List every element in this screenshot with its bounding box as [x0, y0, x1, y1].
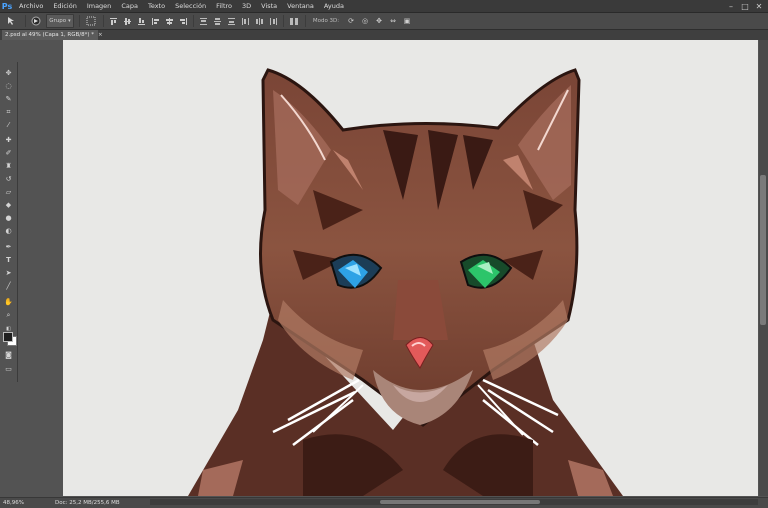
chevron-down-icon: ▾ [68, 18, 71, 24]
scale-3d-icon[interactable]: ▣ [402, 15, 412, 27]
clone-stamp-tool-icon[interactable]: ♜ [3, 161, 14, 171]
document-canvas[interactable] [63, 40, 758, 496]
menu-imagen[interactable]: Imagen [82, 2, 116, 10]
menu-seleccion[interactable]: Selección [170, 2, 211, 10]
separator [103, 15, 104, 27]
menu-filtro[interactable]: Filtro [211, 2, 237, 10]
screen-mode-icon[interactable]: ▭ [3, 364, 14, 374]
document-title: 2.psd al 49% (Capa 1, RGB/8*) * [5, 32, 95, 38]
cat-illustration [63, 40, 758, 496]
auto-select-dropdown[interactable]: Grupo ▾ [46, 14, 74, 28]
path-selection-tool-icon[interactable]: ➤ [3, 268, 14, 278]
distribute-bottom-icon[interactable] [226, 15, 236, 27]
quick-select-tool-icon[interactable]: ✎ [3, 94, 14, 104]
slide-3d-icon[interactable]: ⇔ [388, 15, 398, 27]
lasso-tool-icon[interactable]: ◌ [3, 81, 14, 91]
close-icon[interactable]: ✕ [752, 0, 766, 12]
healing-brush-tool-icon[interactable]: ✚ [3, 135, 14, 145]
distribute-top-icon[interactable] [198, 15, 208, 27]
horizontal-scrollbar[interactable] [150, 499, 758, 505]
document-info[interactable]: Doc: 25,2 MB/255,6 MB [55, 500, 120, 506]
move-tool-preset-icon[interactable] [4, 15, 20, 27]
menu-archivo[interactable]: Archivo [14, 2, 48, 10]
menu-3d[interactable]: 3D [237, 2, 256, 10]
blur-tool-icon[interactable]: ● [3, 213, 14, 223]
type-tool-icon[interactable]: T [3, 255, 14, 265]
show-transform-controls-icon[interactable] [84, 15, 98, 27]
zoom-level[interactable]: 48,96% [0, 500, 49, 506]
menu-vista[interactable]: Vista [256, 2, 282, 10]
menu-ayuda[interactable]: Ayuda [319, 2, 349, 10]
minimize-icon[interactable]: – [724, 0, 738, 12]
auto-select-value: Grupo [49, 18, 67, 24]
align-bottom-icon[interactable] [136, 15, 146, 27]
distribute-vcenter-icon[interactable] [212, 15, 222, 27]
eyedropper-tool-icon[interactable]: ⁄ [3, 120, 14, 130]
align-right-icon[interactable] [178, 15, 188, 27]
move-tool-icon[interactable]: ✥ [3, 68, 14, 78]
menu-edicion[interactable]: Edición [48, 2, 82, 10]
paint-bucket-tool-icon[interactable]: ◆ [3, 200, 14, 210]
drag-3d-icon[interactable]: ✥ [374, 15, 384, 27]
align-top-icon[interactable] [108, 15, 118, 27]
quick-mask-icon[interactable]: ◙ [3, 350, 14, 360]
menu-texto[interactable]: Texto [143, 2, 170, 10]
separator [305, 15, 306, 27]
distribute-hcenter-icon[interactable] [254, 15, 264, 27]
line-tool-icon[interactable]: ╱ [3, 281, 14, 291]
separator [283, 15, 284, 27]
align-vcenter-icon[interactable] [122, 15, 132, 27]
dodge-tool-icon[interactable]: ◐ [3, 226, 14, 236]
horizontal-scrollbar-thumb[interactable] [380, 500, 540, 504]
pen-tool-icon[interactable]: ✒ [3, 242, 14, 252]
separator [79, 15, 80, 27]
eraser-tool-icon[interactable]: ▱ [3, 187, 14, 197]
document-tab[interactable]: 2.psd al 49% (Capa 1, RGB/8*) * × [2, 30, 103, 40]
menu-capa[interactable]: Capa [116, 2, 143, 10]
menu-ventana[interactable]: Ventana [282, 2, 319, 10]
align-left-icon[interactable] [150, 15, 160, 27]
crop-tool-icon[interactable]: ⌗ [3, 107, 14, 117]
photoshop-logo: Ps [1, 1, 13, 11]
separator [25, 15, 26, 27]
auto-select-toggle-icon[interactable] [30, 15, 42, 27]
close-tab-icon[interactable]: × [98, 32, 103, 38]
distribute-right-icon[interactable] [268, 15, 278, 27]
maximize-icon[interactable]: □ [738, 0, 752, 12]
align-hcenter-icon[interactable] [164, 15, 174, 27]
auto-align-layers-icon[interactable] [288, 15, 300, 27]
zoom-tool-icon[interactable]: ⌕ [3, 310, 14, 320]
history-brush-tool-icon[interactable]: ↺ [3, 174, 14, 184]
foreground-color-swatch[interactable] [3, 332, 13, 342]
menu-bar: Ps Archivo Edición Imagen Capa Texto Sel… [0, 0, 768, 13]
rotate-3d-icon[interactable]: ⟳ [346, 15, 356, 27]
hand-tool-icon[interactable]: ✋ [3, 297, 14, 307]
document-tab-bar: 2.psd al 49% (Capa 1, RGB/8*) * × [0, 30, 768, 40]
roll-3d-icon[interactable]: ◎ [360, 15, 370, 27]
separator [193, 15, 194, 27]
distribute-left-icon[interactable] [240, 15, 250, 27]
vertical-scrollbar[interactable] [759, 40, 768, 496]
vertical-scrollbar-thumb[interactable] [760, 175, 766, 325]
brush-tool-icon[interactable]: ✐ [3, 148, 14, 158]
options-bar: Grupo ▾ Modo 3D: ⟳ ◎ ✥ ⇔ ▣ [0, 13, 768, 30]
mode-3d-label: Modo 3D: [312, 18, 340, 24]
